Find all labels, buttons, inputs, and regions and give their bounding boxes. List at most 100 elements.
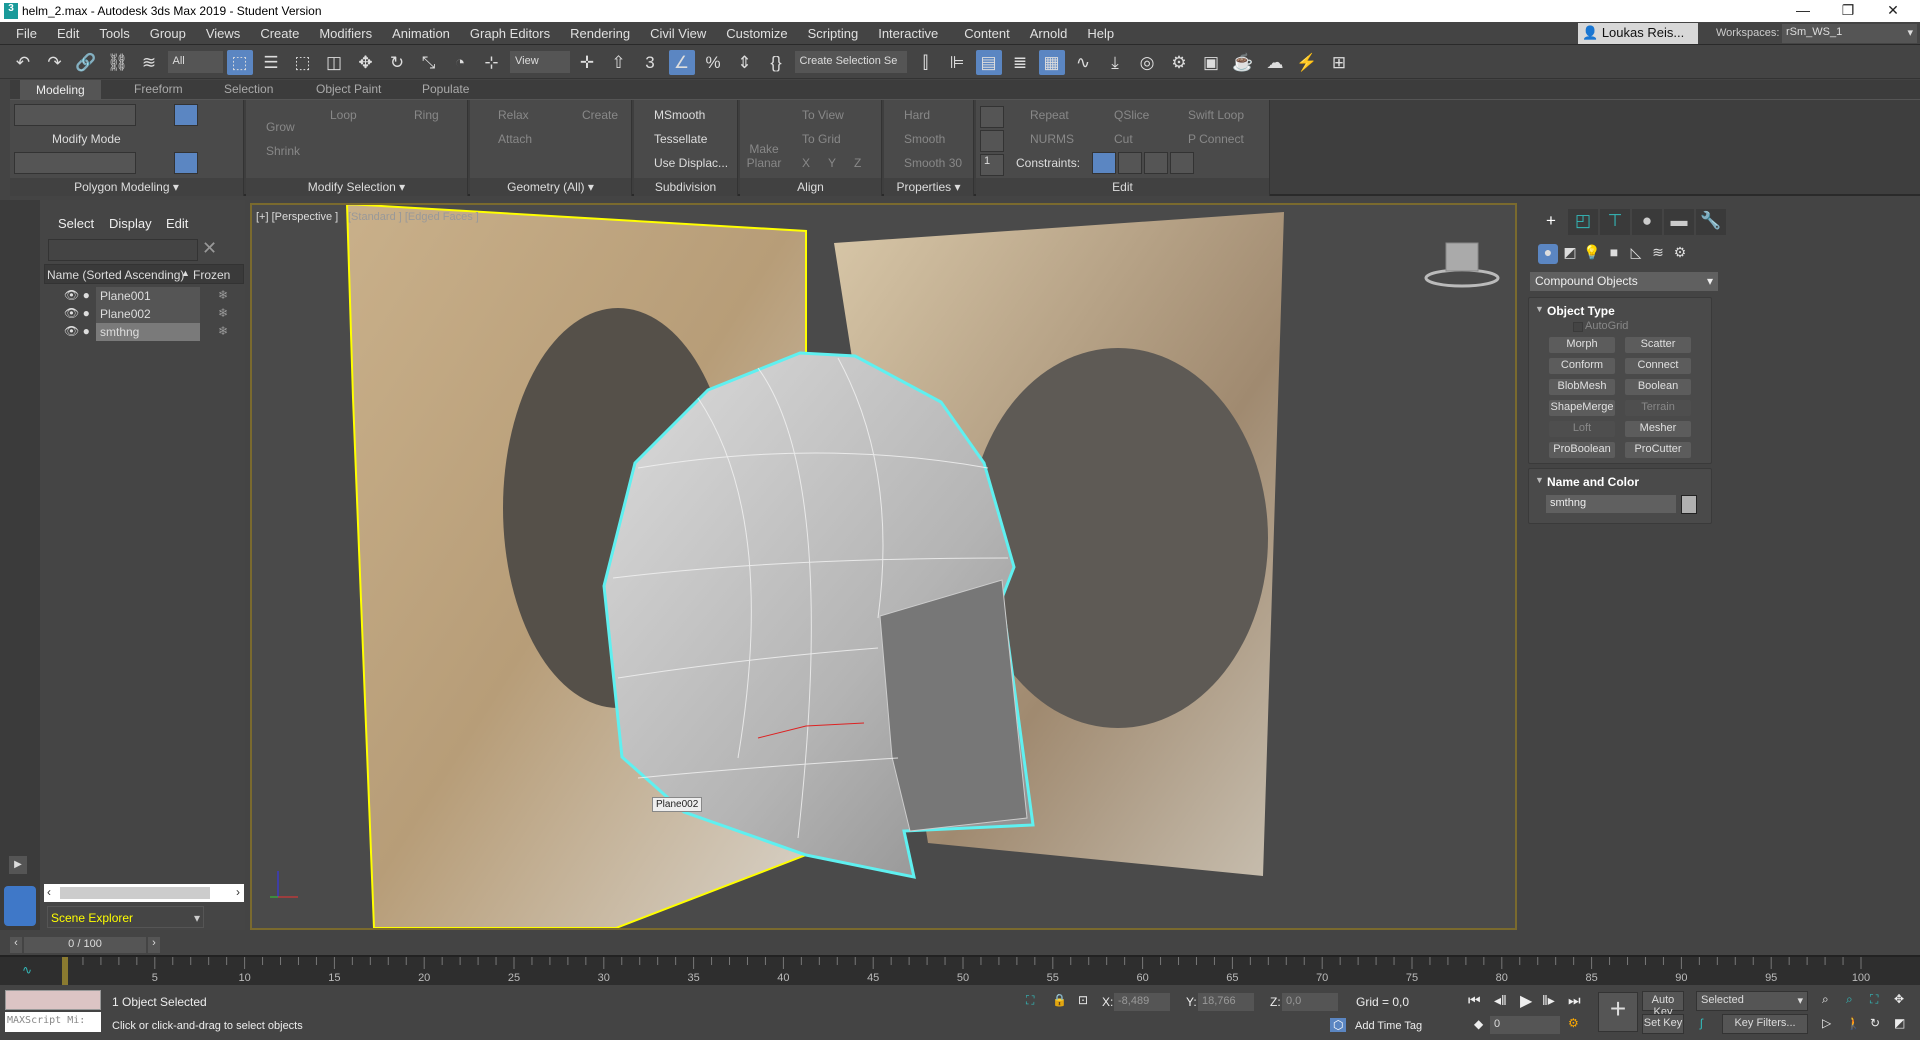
display-tab-icon[interactable]: ▬ bbox=[1664, 209, 1694, 235]
polygon-modeling-label[interactable]: Polygon Modeling ▾ bbox=[10, 178, 243, 196]
set-keys-button[interactable]: + bbox=[1598, 992, 1638, 1032]
menu-group[interactable]: Group bbox=[140, 26, 196, 41]
qslice-button[interactable]: QSlice bbox=[1114, 108, 1149, 122]
smooth-30-button[interactable]: Smooth 30 bbox=[904, 156, 962, 170]
relax-button[interactable]: Relax bbox=[498, 108, 529, 122]
time-configuration-icon[interactable]: ⚙ bbox=[1568, 1016, 1579, 1030]
modify-selection-label[interactable]: Modify Selection ▾ bbox=[246, 178, 467, 196]
scrollbar-thumb[interactable] bbox=[60, 887, 210, 899]
render-cloud-icon[interactable]: ☁ bbox=[1262, 50, 1288, 75]
field-of-view-icon[interactable]: ▷ bbox=[1822, 1016, 1831, 1030]
ignore-backfacing-button[interactable] bbox=[174, 152, 198, 174]
schematic-view-icon[interactable]: ⤓ bbox=[1102, 50, 1128, 75]
geometry-icon[interactable]: ● bbox=[1538, 244, 1558, 264]
walk-through-icon[interactable]: 🚶 bbox=[1846, 1016, 1861, 1030]
ring-button[interactable]: Ring bbox=[414, 108, 439, 122]
key-filters-button[interactable]: Key Filters... bbox=[1722, 1014, 1808, 1034]
play-icon[interactable]: ▶ bbox=[1520, 991, 1532, 1011]
angle-snap-icon[interactable]: ∠ bbox=[668, 50, 695, 75]
ribbon-tab-selection[interactable]: Selection bbox=[208, 82, 273, 96]
frozen-snowflake-icon[interactable]: ❄ bbox=[218, 306, 228, 320]
preview-selection-button[interactable] bbox=[174, 104, 198, 126]
selection-lock-icon[interactable]: 🔒 bbox=[1052, 993, 1067, 1007]
rotate-icon[interactable]: ↻ bbox=[384, 50, 410, 75]
ribbon-tab-modeling[interactable]: Modeling bbox=[20, 80, 101, 100]
collapse-icon[interactable]: ▼ bbox=[1535, 304, 1544, 314]
tweak-button[interactable] bbox=[980, 130, 1004, 152]
constraint-face-button[interactable] bbox=[1144, 152, 1168, 174]
manipulate-icon[interactable]: ✛ bbox=[574, 50, 600, 75]
menu-modifiers[interactable]: Modifiers bbox=[309, 26, 382, 41]
viewport-layouts-icon[interactable]: ⊞ bbox=[1326, 50, 1352, 75]
menu-scripting[interactable]: Scripting bbox=[798, 26, 869, 41]
select-by-name-icon[interactable]: ☰ bbox=[258, 50, 284, 75]
ribbon-toggle-icon[interactable]: ▦ bbox=[1038, 50, 1065, 75]
cameras-icon[interactable]: ■ bbox=[1604, 244, 1624, 264]
time-slider-value[interactable]: 0 / 100 bbox=[24, 937, 146, 953]
curve-editor-icon[interactable]: ∿ bbox=[1070, 50, 1096, 75]
hierarchy-tab-icon[interactable]: ⊤ bbox=[1600, 209, 1630, 235]
rectangle-selection-icon[interactable]: ⬚ bbox=[290, 50, 316, 75]
scroll-right-icon[interactable]: › bbox=[236, 885, 240, 899]
menu-create[interactable]: Create bbox=[250, 26, 309, 41]
explorer-row[interactable]: 👁 ● Plane001 ❄ bbox=[44, 287, 244, 305]
menu-rendering[interactable]: Rendering bbox=[560, 26, 640, 41]
create-button[interactable]: Create bbox=[582, 108, 618, 122]
compound-conform-button[interactable]: Conform bbox=[1549, 358, 1615, 374]
edit-spinner[interactable]: 1 bbox=[980, 154, 1004, 176]
compound-loft-button[interactable]: Loft bbox=[1549, 421, 1615, 437]
selection-filter-dropdown[interactable]: All bbox=[167, 51, 223, 73]
scroll-left-icon[interactable]: ‹ bbox=[47, 885, 51, 899]
maxscript-mini-listener[interactable]: MAXScript Mi: bbox=[5, 1012, 101, 1032]
reference-coordinate-dropdown[interactable]: View bbox=[510, 51, 570, 73]
to-view-button[interactable]: To View bbox=[802, 108, 844, 122]
time-slider[interactable]: ‹ 0 / 100 › bbox=[10, 937, 165, 955]
cut-button[interactable]: Cut bbox=[1114, 132, 1133, 146]
pivot-icon[interactable]: ⊹ bbox=[479, 50, 505, 75]
name-and-color-title[interactable]: Name and Color bbox=[1547, 475, 1639, 489]
systems-icon[interactable]: ⚙ bbox=[1670, 244, 1690, 264]
key-mode-toggle-icon[interactable]: ◆ bbox=[1474, 1017, 1483, 1031]
key-mode-dropdown[interactable]: Selected ▾ bbox=[1696, 991, 1808, 1011]
visibility-eye-icon[interactable]: 👁 ● bbox=[64, 324, 90, 338]
object-type-title[interactable]: Object Type bbox=[1547, 304, 1615, 318]
x-coordinate-field[interactable]: -8,489 bbox=[1114, 993, 1170, 1011]
space-warps-icon[interactable]: ≋ bbox=[1648, 244, 1668, 264]
explorer-horizontal-scrollbar[interactable]: ‹ › bbox=[44, 884, 244, 902]
zoom-all-icon[interactable]: ⌕ bbox=[1846, 992, 1853, 1007]
menu-interactive[interactable]: Interactive bbox=[868, 26, 948, 41]
align-x-button[interactable]: X bbox=[802, 156, 810, 170]
constraint-none-button[interactable] bbox=[1092, 152, 1116, 174]
object-category-dropdown[interactable]: Compound Objects ▾ bbox=[1530, 272, 1718, 291]
previous-frame-icon[interactable]: ◂‖ bbox=[1494, 992, 1507, 1009]
explorer-selector-dropdown[interactable]: Scene Explorer ▾ bbox=[47, 906, 204, 928]
workspace-dropdown[interactable]: rSm_WS_1 ▾ bbox=[1782, 24, 1917, 43]
visibility-eye-icon[interactable]: 👁 ● bbox=[64, 306, 90, 320]
make-planar-button[interactable]: Make Planar bbox=[746, 142, 782, 170]
place-icon[interactable]: ◔ bbox=[447, 50, 473, 75]
zoom-extents-icon[interactable]: ⛶ bbox=[1870, 992, 1878, 1007]
lights-icon[interactable]: 💡 bbox=[1582, 244, 1602, 264]
spinner-snap-icon[interactable]: ⇕ bbox=[732, 50, 758, 75]
rendered-frame-window-icon[interactable]: ▣ bbox=[1198, 50, 1224, 75]
frozen-snowflake-icon[interactable]: ❄ bbox=[218, 288, 228, 302]
bind-space-warp-icon[interactable]: ≋ bbox=[136, 50, 162, 75]
frozen-snowflake-icon[interactable]: ❄ bbox=[218, 324, 228, 338]
swift-loop-button[interactable]: Swift Loop bbox=[1188, 108, 1244, 122]
autogrid-checkbox[interactable] bbox=[1573, 322, 1583, 332]
default-tangents-icon[interactable]: ʃ bbox=[1700, 1016, 1703, 1030]
absolute-mode-icon[interactable]: ⊡ bbox=[1078, 993, 1088, 1007]
viewport-layout-tab[interactable] bbox=[4, 886, 36, 926]
go-to-start-icon[interactable]: ⏮ bbox=[1468, 992, 1481, 1009]
ribbon-tab-freeform[interactable]: Freeform bbox=[118, 82, 183, 96]
close-button[interactable]: ✕ bbox=[1878, 2, 1908, 19]
constraint-normal-button[interactable] bbox=[1170, 152, 1194, 174]
viewport-shading-menu[interactable]: [Standard ] [Edged Faces ] bbox=[348, 211, 479, 223]
render-production-icon[interactable]: ⚡ bbox=[1294, 50, 1320, 75]
nurms-button[interactable]: NURMS bbox=[1030, 132, 1074, 146]
current-frame-field[interactable]: 0 bbox=[1490, 1016, 1560, 1034]
menu-customize[interactable]: Customize bbox=[716, 26, 797, 41]
object-name-input[interactable]: smthng bbox=[1546, 495, 1676, 513]
percent-snap-icon[interactable]: % bbox=[700, 50, 726, 75]
helpers-icon[interactable]: ◺ bbox=[1626, 244, 1646, 264]
